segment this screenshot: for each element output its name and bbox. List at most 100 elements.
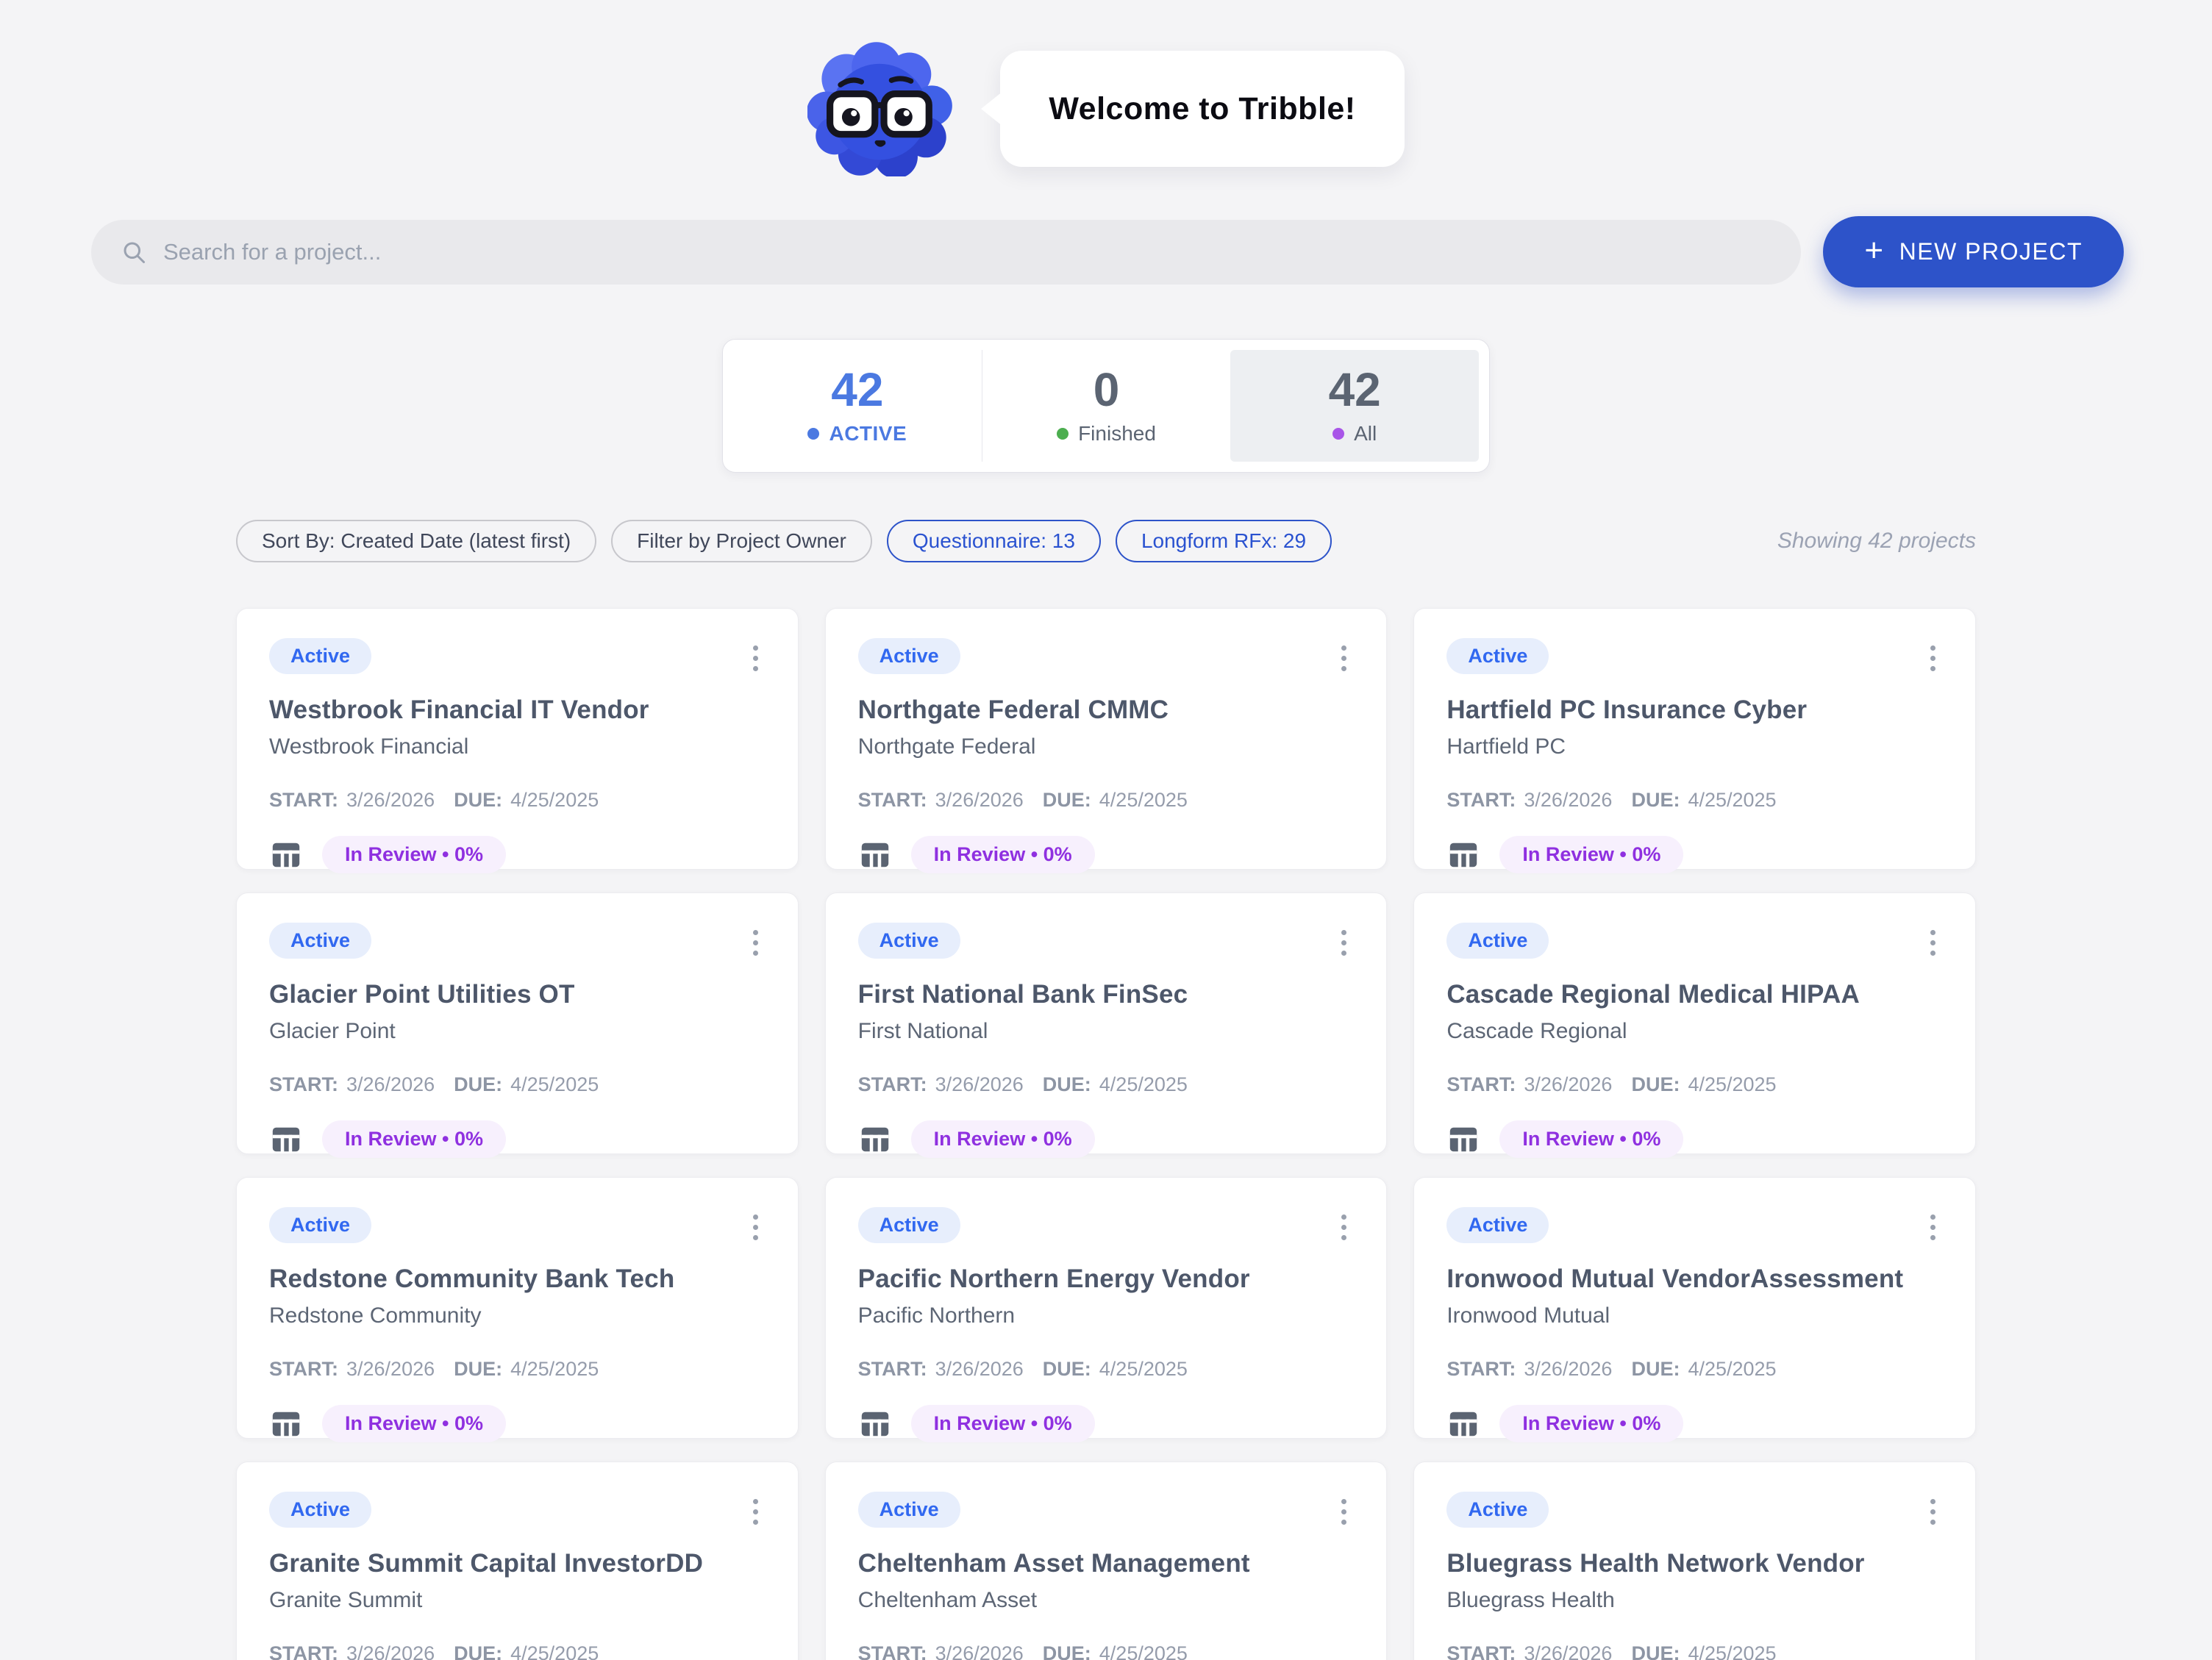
project-card[interactable]: Active Pacific Northern Energy Vendor Pa… — [825, 1177, 1388, 1439]
search-input[interactable] — [163, 239, 1786, 265]
tribble-mascot-icon — [807, 41, 957, 176]
kebab-menu-icon[interactable] — [1334, 924, 1354, 962]
project-dates: START: 3/26/2026 DUE: 4/25/2025 — [269, 789, 766, 812]
card-footer: In Review • 0% — [1446, 1120, 1943, 1158]
card-header: Active — [858, 638, 1355, 677]
due-date: 4/25/2025 — [1688, 1073, 1776, 1096]
kebab-menu-icon[interactable] — [1923, 1493, 1943, 1531]
kebab-menu-icon[interactable] — [1923, 1209, 1943, 1246]
card-footer: In Review • 0% — [269, 1120, 766, 1158]
start-date: 3/26/2026 — [935, 1073, 1024, 1096]
project-subtitle: Pacific Northern — [858, 1303, 1355, 1328]
start-date: 3/26/2026 — [1524, 1642, 1612, 1660]
start-date: 3/26/2026 — [346, 1073, 435, 1096]
welcome-text: Welcome to Tribble! — [1049, 91, 1355, 127]
project-dates: START: 3/26/2026 DUE: 4/25/2025 — [858, 1642, 1355, 1660]
due-label: DUE: — [454, 1642, 502, 1660]
hero-header: Welcome to Tribble! — [0, 0, 2212, 176]
due-date: 4/25/2025 — [1688, 1358, 1776, 1381]
card-header: Active — [1446, 1207, 1943, 1246]
due-label: DUE: — [454, 1073, 502, 1096]
due-label: DUE: — [1631, 1358, 1680, 1381]
project-dates: START: 3/26/2026 DUE: 4/25/2025 — [269, 1642, 766, 1660]
card-header: Active — [269, 638, 766, 677]
card-header: Active — [1446, 1492, 1943, 1531]
start-label: START: — [1446, 789, 1516, 812]
due-label: DUE: — [1043, 1073, 1091, 1096]
kebab-menu-icon[interactable] — [746, 924, 766, 962]
kebab-menu-icon[interactable] — [1334, 640, 1354, 677]
filter-pill-group: Sort By: Created Date (latest first) Fil… — [236, 520, 1332, 562]
table-icon — [269, 1123, 303, 1156]
due-date: 4/25/2025 — [1688, 1642, 1776, 1660]
kebab-menu-icon[interactable] — [1923, 924, 1943, 962]
project-dates: START: 3/26/2026 DUE: 4/25/2025 — [858, 1358, 1355, 1381]
progress-status-pill[interactable]: In Review • 0% — [1499, 1120, 1683, 1158]
start-date: 3/26/2026 — [935, 789, 1024, 812]
due-label: DUE: — [1043, 1358, 1091, 1381]
card-header: Active — [858, 1207, 1355, 1246]
project-card[interactable]: Active Bluegrass Health Network Vendor B… — [1413, 1462, 1976, 1660]
project-title: Westbrook Financial IT Vendor — [269, 695, 766, 725]
kebab-menu-icon[interactable] — [746, 1493, 766, 1531]
showing-projects-count: Showing 42 projects — [1777, 529, 1976, 554]
questionnaire-filter-button[interactable]: Questionnaire: 13 — [887, 520, 1101, 562]
project-title: Cheltenham Asset Management — [858, 1549, 1355, 1578]
project-subtitle: Glacier Point — [269, 1019, 766, 1044]
due-date: 4/25/2025 — [1688, 789, 1776, 812]
kebab-menu-icon[interactable] — [1334, 1209, 1354, 1246]
start-label: START: — [269, 1073, 338, 1096]
longform-rfx-filter-button[interactable]: Longform RFx: 29 — [1116, 520, 1332, 562]
project-subtitle: Westbrook Financial — [269, 734, 766, 759]
new-project-button[interactable]: + NEW PROJECT — [1823, 216, 2124, 287]
status-badge: Active — [858, 1207, 960, 1243]
table-icon — [269, 1407, 303, 1441]
project-card[interactable]: Active Ironwood Mutual VendorAssessment … — [1413, 1177, 1976, 1439]
project-card[interactable]: Active Northgate Federal CMMC Northgate … — [825, 608, 1388, 870]
status-badge: Active — [1446, 1492, 1549, 1528]
start-date: 3/26/2026 — [1524, 1073, 1612, 1096]
project-card[interactable]: Active Westbrook Financial IT Vendor Wes… — [236, 608, 799, 870]
stat-finished-label: Finished — [1078, 422, 1156, 446]
progress-status-pill[interactable]: In Review • 0% — [322, 1405, 506, 1442]
project-card[interactable]: Active Glacier Point Utilities OT Glacie… — [236, 892, 799, 1154]
progress-status-pill[interactable]: In Review • 0% — [911, 1405, 1095, 1442]
card-footer: In Review • 0% — [1446, 1405, 1943, 1442]
stat-all-value: 42 — [1329, 366, 1381, 413]
project-subtitle: Cheltenham Asset — [858, 1588, 1355, 1613]
filter-owner-button[interactable]: Filter by Project Owner — [611, 520, 872, 562]
stat-finished[interactable]: 0 Finished — [982, 350, 1231, 462]
progress-status-pill[interactable]: In Review • 0% — [1499, 1405, 1683, 1442]
progress-status-pill[interactable]: In Review • 0% — [322, 1120, 506, 1158]
search-bar[interactable] — [91, 220, 1801, 285]
project-card[interactable]: Active Granite Summit Capital InvestorDD… — [236, 1462, 799, 1660]
progress-status-pill[interactable]: In Review • 0% — [911, 1120, 1095, 1158]
due-date: 4/25/2025 — [1099, 1642, 1188, 1660]
table-icon — [1446, 1407, 1480, 1441]
table-icon — [858, 1407, 892, 1441]
sort-by-button[interactable]: Sort By: Created Date (latest first) — [236, 520, 596, 562]
kebab-menu-icon[interactable] — [1334, 1493, 1354, 1531]
progress-status-pill[interactable]: In Review • 0% — [322, 836, 506, 873]
project-card[interactable]: Active Redstone Community Bank Tech Reds… — [236, 1177, 799, 1439]
project-subtitle: Northgate Federal — [858, 734, 1355, 759]
stat-active[interactable]: 42 ACTIVE — [733, 350, 982, 462]
stat-all[interactable]: 42 All — [1230, 350, 1479, 462]
start-label: START: — [269, 1642, 338, 1660]
project-card[interactable]: Active Hartfield PC Insurance Cyber Hart… — [1413, 608, 1976, 870]
card-footer: In Review • 0% — [858, 1405, 1355, 1442]
kebab-menu-icon[interactable] — [746, 1209, 766, 1246]
all-dot-icon — [1332, 428, 1344, 440]
project-card[interactable]: Active Cascade Regional Medical HIPAA Ca… — [1413, 892, 1976, 1154]
project-dates: START: 3/26/2026 DUE: 4/25/2025 — [269, 1073, 766, 1096]
kebab-menu-icon[interactable] — [1923, 640, 1943, 677]
card-footer: In Review • 0% — [269, 1405, 766, 1442]
progress-status-pill[interactable]: In Review • 0% — [1499, 836, 1683, 873]
kebab-menu-icon[interactable] — [746, 640, 766, 677]
card-header: Active — [858, 923, 1355, 962]
project-card[interactable]: Active First National Bank FinSec First … — [825, 892, 1388, 1154]
project-card[interactable]: Active Cheltenham Asset Management Chelt… — [825, 1462, 1388, 1660]
start-date: 3/26/2026 — [346, 1358, 435, 1381]
due-date: 4/25/2025 — [510, 789, 599, 812]
progress-status-pill[interactable]: In Review • 0% — [911, 836, 1095, 873]
